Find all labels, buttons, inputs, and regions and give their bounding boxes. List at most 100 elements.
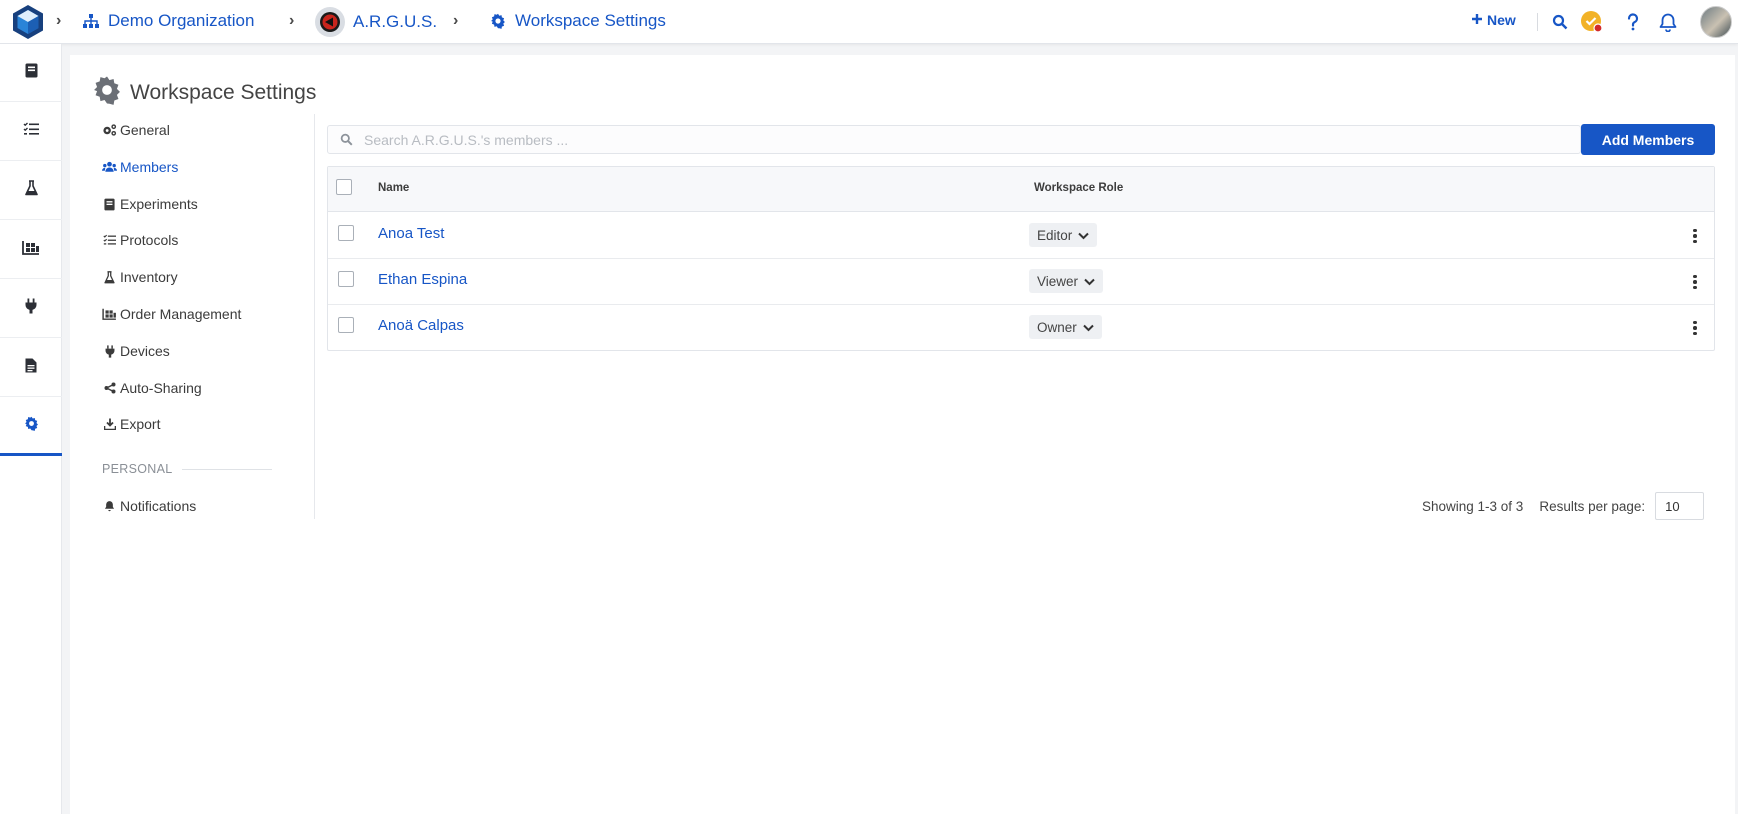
role-value: Editor: [1037, 227, 1073, 243]
nav-item-experiments[interactable]: Experiments: [102, 196, 198, 212]
breadcrumb-organization[interactable]: Demo Organization: [82, 11, 254, 31]
download-icon: [102, 417, 117, 432]
rail-item-protocols[interactable]: [0, 103, 62, 161]
table-row: Anoa Test Editor: [328, 213, 1714, 259]
page-title: Workspace Settings: [92, 75, 316, 111]
chevron-right-icon: ›: [289, 12, 295, 29]
rail-item-devices[interactable]: [0, 280, 62, 338]
row-actions-menu-icon[interactable]: [1687, 272, 1703, 292]
rail-item-orders[interactable]: [0, 221, 62, 279]
flask-icon: [102, 270, 117, 285]
breadcrumb-workspace-settings[interactable]: Workspace Settings: [489, 11, 666, 31]
role-value: Owner: [1037, 319, 1077, 335]
nav-item-order-management[interactable]: Order Management: [102, 306, 241, 322]
workspace-avatar: [315, 7, 345, 37]
nav-section-label: PERSONAL: [102, 462, 173, 476]
chevron-right-icon: ›: [453, 12, 459, 29]
bell-icon[interactable]: [1656, 10, 1680, 34]
member-search-input[interactable]: [364, 131, 1564, 148]
help-icon[interactable]: [1621, 10, 1645, 34]
nav-item-label: Experiments: [120, 196, 198, 212]
document-icon: [25, 358, 37, 378]
member-name-link[interactable]: Anoa Test: [378, 225, 444, 242]
gear-icon: [489, 12, 507, 30]
notebook-icon: [102, 197, 117, 212]
row-actions-menu-icon[interactable]: [1687, 226, 1703, 246]
column-header-name[interactable]: Name: [378, 182, 409, 194]
nav-item-auto-sharing[interactable]: Auto-Sharing: [102, 380, 202, 396]
users-icon: [102, 160, 117, 175]
table-header: Name Workspace Role: [328, 167, 1714, 212]
pagination: Showing 1-3 of 3 Results per page: 10: [1422, 492, 1705, 520]
gears-icon: [102, 123, 117, 138]
nav-item-notifications[interactable]: Notifications: [102, 498, 196, 514]
nav-item-label: Protocols: [120, 232, 179, 248]
rail-item-documents[interactable]: [0, 339, 62, 397]
nav-item-label: Devices: [120, 343, 170, 359]
protocol-list-icon: [102, 233, 117, 248]
nav-item-label: Members: [120, 159, 179, 175]
gear-icon: [92, 75, 122, 111]
nav-item-export[interactable]: Export: [102, 416, 160, 432]
select-all-checkbox[interactable]: [336, 179, 352, 195]
member-search[interactable]: [327, 125, 1581, 154]
add-members-button[interactable]: Add Members: [1581, 124, 1715, 155]
chevron-down-icon: [1084, 274, 1095, 289]
new-button[interactable]: New: [1471, 12, 1516, 28]
breadcrumb-workspace-settings-label: Workspace Settings: [515, 11, 666, 30]
plug-icon: [25, 298, 37, 319]
rail-item-settings[interactable]: [0, 398, 62, 456]
page-title-text: Workspace Settings: [130, 81, 317, 104]
nav-item-inventory[interactable]: Inventory: [102, 269, 178, 285]
chevron-right-icon: ›: [56, 12, 62, 29]
section-divider: [182, 468, 273, 470]
settings-nav: General Members Experiments Protocols In…: [70, 114, 315, 519]
plug-icon: [102, 344, 117, 359]
member-name-link[interactable]: Anoä Calpas: [378, 317, 464, 334]
row-checkbox[interactable]: [338, 317, 354, 333]
nav-item-label: Notifications: [120, 498, 197, 514]
column-header-role[interactable]: Workspace Role: [1034, 182, 1123, 194]
role-dropdown[interactable]: Viewer: [1029, 269, 1104, 293]
members-table: Name Workspace Role Anoa Test Editor Eth…: [327, 166, 1715, 351]
checklist-status-icon[interactable]: [1580, 10, 1604, 34]
table-row: Ethan Espina Viewer: [328, 259, 1714, 305]
chevron-down-icon: [1083, 320, 1094, 335]
breadcrumb-workspace-label: A.R.G.U.S.: [353, 12, 438, 31]
nav-item-devices[interactable]: Devices: [102, 343, 170, 359]
pagination-summary: Showing 1-3 of 3: [1422, 498, 1524, 514]
row-actions-menu-icon[interactable]: [1687, 318, 1703, 338]
breadcrumb-organization-label: Demo Organization: [108, 11, 255, 30]
bell-icon: [102, 499, 117, 514]
member-name-link[interactable]: Ethan Espina: [378, 271, 467, 288]
nav-section-personal: PERSONAL: [102, 462, 273, 476]
org-chart-icon: [82, 12, 100, 30]
share-icon: [102, 381, 117, 396]
user-avatar[interactable]: [1700, 6, 1732, 38]
new-button-label: New: [1487, 12, 1516, 28]
nav-item-label: Auto-Sharing: [120, 380, 202, 396]
flask-icon: [24, 180, 38, 201]
nav-item-protocols[interactable]: Protocols: [102, 232, 178, 248]
nav-item-label: General: [120, 122, 170, 138]
protocol-list-icon: [23, 122, 39, 141]
row-checkbox[interactable]: [338, 271, 354, 287]
nav-item-members[interactable]: Members: [102, 159, 178, 175]
search-icon[interactable]: [1548, 10, 1572, 34]
row-checkbox[interactable]: [338, 225, 354, 241]
nav-item-label: Inventory: [120, 269, 178, 285]
results-per-page-input[interactable]: 10: [1655, 492, 1705, 520]
role-dropdown[interactable]: Owner: [1029, 315, 1102, 339]
breadcrumb-workspace[interactable]: A.R.G.U.S.: [315, 7, 437, 37]
nav-item-general[interactable]: General: [102, 122, 170, 138]
rail-item-experiments[interactable]: [0, 44, 62, 102]
app-logo[interactable]: [11, 4, 45, 40]
plus-icon: [1471, 12, 1483, 28]
settings-card: Workspace Settings General Members Exper…: [70, 55, 1735, 814]
chevron-down-icon: [1078, 228, 1089, 243]
left-rail: [0, 44, 62, 814]
role-dropdown[interactable]: Editor: [1029, 223, 1098, 247]
rail-item-inventory[interactable]: [0, 162, 62, 220]
top-bar: › Demo Organization › A.R.G.U.S. › Works…: [0, 0, 1738, 44]
table-row: Anoä Calpas Owner: [328, 305, 1714, 351]
